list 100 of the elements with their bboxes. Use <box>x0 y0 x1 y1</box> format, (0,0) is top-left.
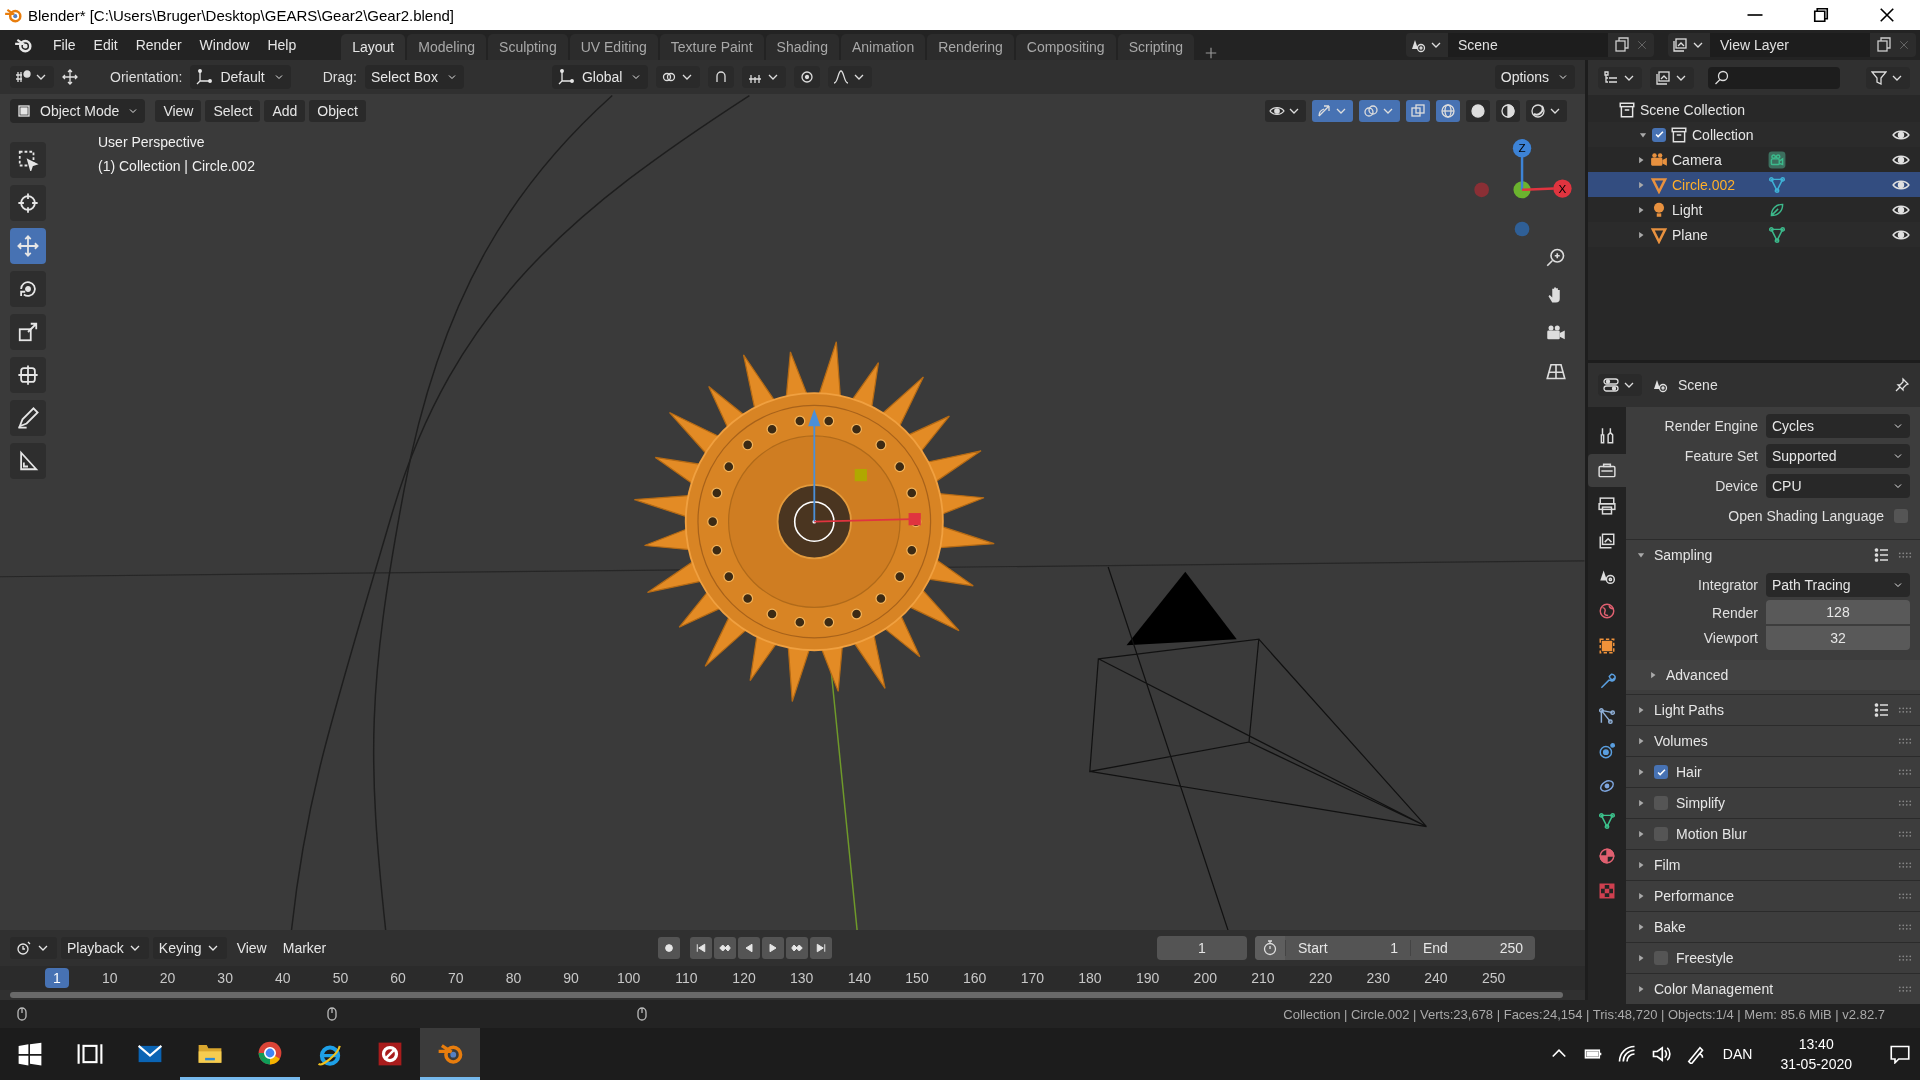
workspace-tab[interactable]: UV Editing <box>569 34 658 60</box>
panel-header[interactable]: Light Paths <box>1626 695 1920 725</box>
workspace-tab[interactable]: Scripting <box>1117 34 1195 60</box>
workspace-tab[interactable]: Animation <box>840 34 926 60</box>
workspace-tab[interactable]: Shading <box>765 34 839 60</box>
outliner-row[interactable]: Scene Collection <box>1588 97 1920 122</box>
frame-number: 10 <box>101 970 119 986</box>
menu-item[interactable]: Edit <box>84 34 127 56</box>
end-frame-field[interactable]: End 250 <box>1410 940 1535 956</box>
menu-dropdown[interactable]: Keying <box>152 937 227 959</box>
frame-number: 190 <box>1134 970 1161 986</box>
field-label: Device <box>1714 478 1758 494</box>
frame-number: 100 <box>616 970 642 986</box>
workspace-tab[interactable]: Modeling <box>407 34 487 60</box>
menu-item[interactable]: View <box>155 100 202 122</box>
field-label: Render Engine <box>1663 418 1758 434</box>
panel-header[interactable]: Hair <box>1626 757 1920 787</box>
frame-number: 210 <box>1250 970 1276 986</box>
panel-header[interactable]: Color Management <box>1626 974 1920 1004</box>
menu-item[interactable]: Help <box>258 34 306 56</box>
panel-header[interactable]: Motion Blur <box>1626 819 1920 849</box>
frame-number: 240 <box>1423 970 1449 986</box>
panel-header[interactable]: Volumes <box>1626 726 1920 756</box>
panel-header[interactable]: Bake <box>1626 912 1920 942</box>
clock-time[interactable]: 13:40 <box>1798 1036 1834 1052</box>
current-frame-field[interactable]: 1 <box>1157 936 1247 960</box>
outliner-row[interactable]: Camera <box>1588 147 1920 172</box>
current-frame-marker[interactable]: 1 <box>45 968 69 988</box>
number-field[interactable]: 32 <box>1766 625 1910 650</box>
workspace-tab[interactable]: Rendering <box>927 34 1014 60</box>
frame-number: 230 <box>1365 970 1391 986</box>
field-label: Render <box>1711 604 1758 621</box>
frame-number: 50 <box>331 970 350 986</box>
panel-header[interactable]: Freestyle <box>1626 943 1920 973</box>
menu-dropdown[interactable]: Playback <box>61 937 149 959</box>
workspace-tab[interactable]: Layout <box>341 34 406 60</box>
frame-number: 250 <box>1480 970 1507 986</box>
frame-number: 90 <box>562 970 580 986</box>
window-title: Blender* [C:\Users\Bruger\Desktop\GEARS\Gear2\Gear2.blend] <box>28 6 456 24</box>
scene-name-field[interactable]: Scene <box>1448 33 1608 57</box>
menu-item[interactable]: Select <box>205 100 261 122</box>
status-text: Collection | Circle.002 | Verts:23,678 | Faces:24,154 | Tris:48,720 | Objects:1/4 | Mem: 85.6 MiB | v2.82.7 <box>1283 1006 1885 1022</box>
frame-number: 40 <box>274 970 292 986</box>
clock-date[interactable]: 31-05-2020 <box>1780 1056 1852 1072</box>
panel-header[interactable]: Performance <box>1626 881 1920 911</box>
panel-header[interactable]: Film <box>1626 850 1920 880</box>
start-frame-field[interactable]: Start 1 <box>1285 940 1410 956</box>
frame-number: 180 <box>1077 970 1103 986</box>
frame-number: 120 <box>731 970 757 986</box>
context-title: Scene <box>1678 377 1718 393</box>
viewport-info-text: (1) Collection | Circle.002 <box>98 158 255 174</box>
menu-item[interactable]: Render <box>126 34 191 56</box>
transform-orientation-dropdown[interactable]: Global <box>551 65 649 89</box>
menu-item[interactable]: Window <box>190 34 259 56</box>
menu-item[interactable]: Object <box>309 100 366 122</box>
workspace-tab[interactable]: Texture Paint <box>659 34 764 60</box>
frame-number: 30 <box>216 970 234 986</box>
frame-number: 200 <box>1192 970 1218 986</box>
options-dropdown[interactable]: Options <box>1494 65 1575 89</box>
menu-item[interactable]: View <box>230 937 273 959</box>
mode-dropdown[interactable]: Object Mode <box>10 99 146 123</box>
z-axis-handle[interactable]: Z <box>1512 139 1532 190</box>
dropdown[interactable]: CPU <box>1766 474 1910 498</box>
menu-item[interactable]: Add <box>264 100 306 122</box>
frame-number: 150 <box>904 970 930 986</box>
frame-number: 130 <box>789 970 815 986</box>
outliner-row[interactable]: Light <box>1588 197 1920 222</box>
x-axis-handle[interactable]: X <box>1522 179 1572 198</box>
workspace-tab[interactable]: Compositing <box>1015 34 1116 60</box>
field-label: Viewport <box>1702 629 1758 646</box>
panel-header[interactable]: Simplify <box>1626 788 1920 818</box>
frame-number: 70 <box>446 970 465 986</box>
panel-header[interactable]: Sampling <box>1626 540 1920 570</box>
frame-number: 220 <box>1307 970 1334 986</box>
frame-number: 140 <box>846 970 873 986</box>
3d-viewport[interactable]: Z X Object Mode View Select Add Object User Perspective (1) Collection | Circle.002 <box>0 94 1585 930</box>
field-label: Integrator <box>1697 577 1758 593</box>
drag-dropdown[interactable]: Select Box <box>364 65 464 89</box>
viewport-info-text: User Perspective <box>98 134 206 150</box>
frame-ruler[interactable]: 1 10 20 30 40 50 60 70 80 90 100 110 120 130 140 150 160 170 180 190 200 210 220 230 240 250 <box>0 966 1585 990</box>
menu-item[interactable]: File <box>44 34 85 56</box>
workspace-tab[interactable]: Sculpting <box>488 34 568 60</box>
number-field[interactable]: 128 <box>1766 600 1910 625</box>
dropdown[interactable]: Path Tracing <box>1766 573 1910 597</box>
frame-number: 160 <box>962 970 988 986</box>
language-indicator[interactable]: DAN <box>1722 1046 1753 1062</box>
frame-number: 110 <box>674 970 699 986</box>
field-label: Feature Set <box>1683 448 1758 464</box>
frame-number: 80 <box>504 970 523 986</box>
subpanel-header[interactable]: Advanced <box>1626 660 1920 690</box>
orientation-dropdown[interactable]: Default <box>190 65 291 89</box>
frame-number: 60 <box>389 970 407 986</box>
dropdown[interactable]: Supported <box>1766 444 1910 468</box>
dropdown[interactable]: Cycles <box>1766 414 1910 438</box>
frame-number: 20 <box>158 970 177 986</box>
menu-item[interactable]: Marker <box>276 937 333 959</box>
outliner-row[interactable]: Circle.002 <box>1588 172 1920 197</box>
frame-number: 170 <box>1019 970 1045 986</box>
view-layer-name-field[interactable]: View Layer <box>1710 33 1870 57</box>
field-label: Open Shading Language <box>1728 508 1884 524</box>
